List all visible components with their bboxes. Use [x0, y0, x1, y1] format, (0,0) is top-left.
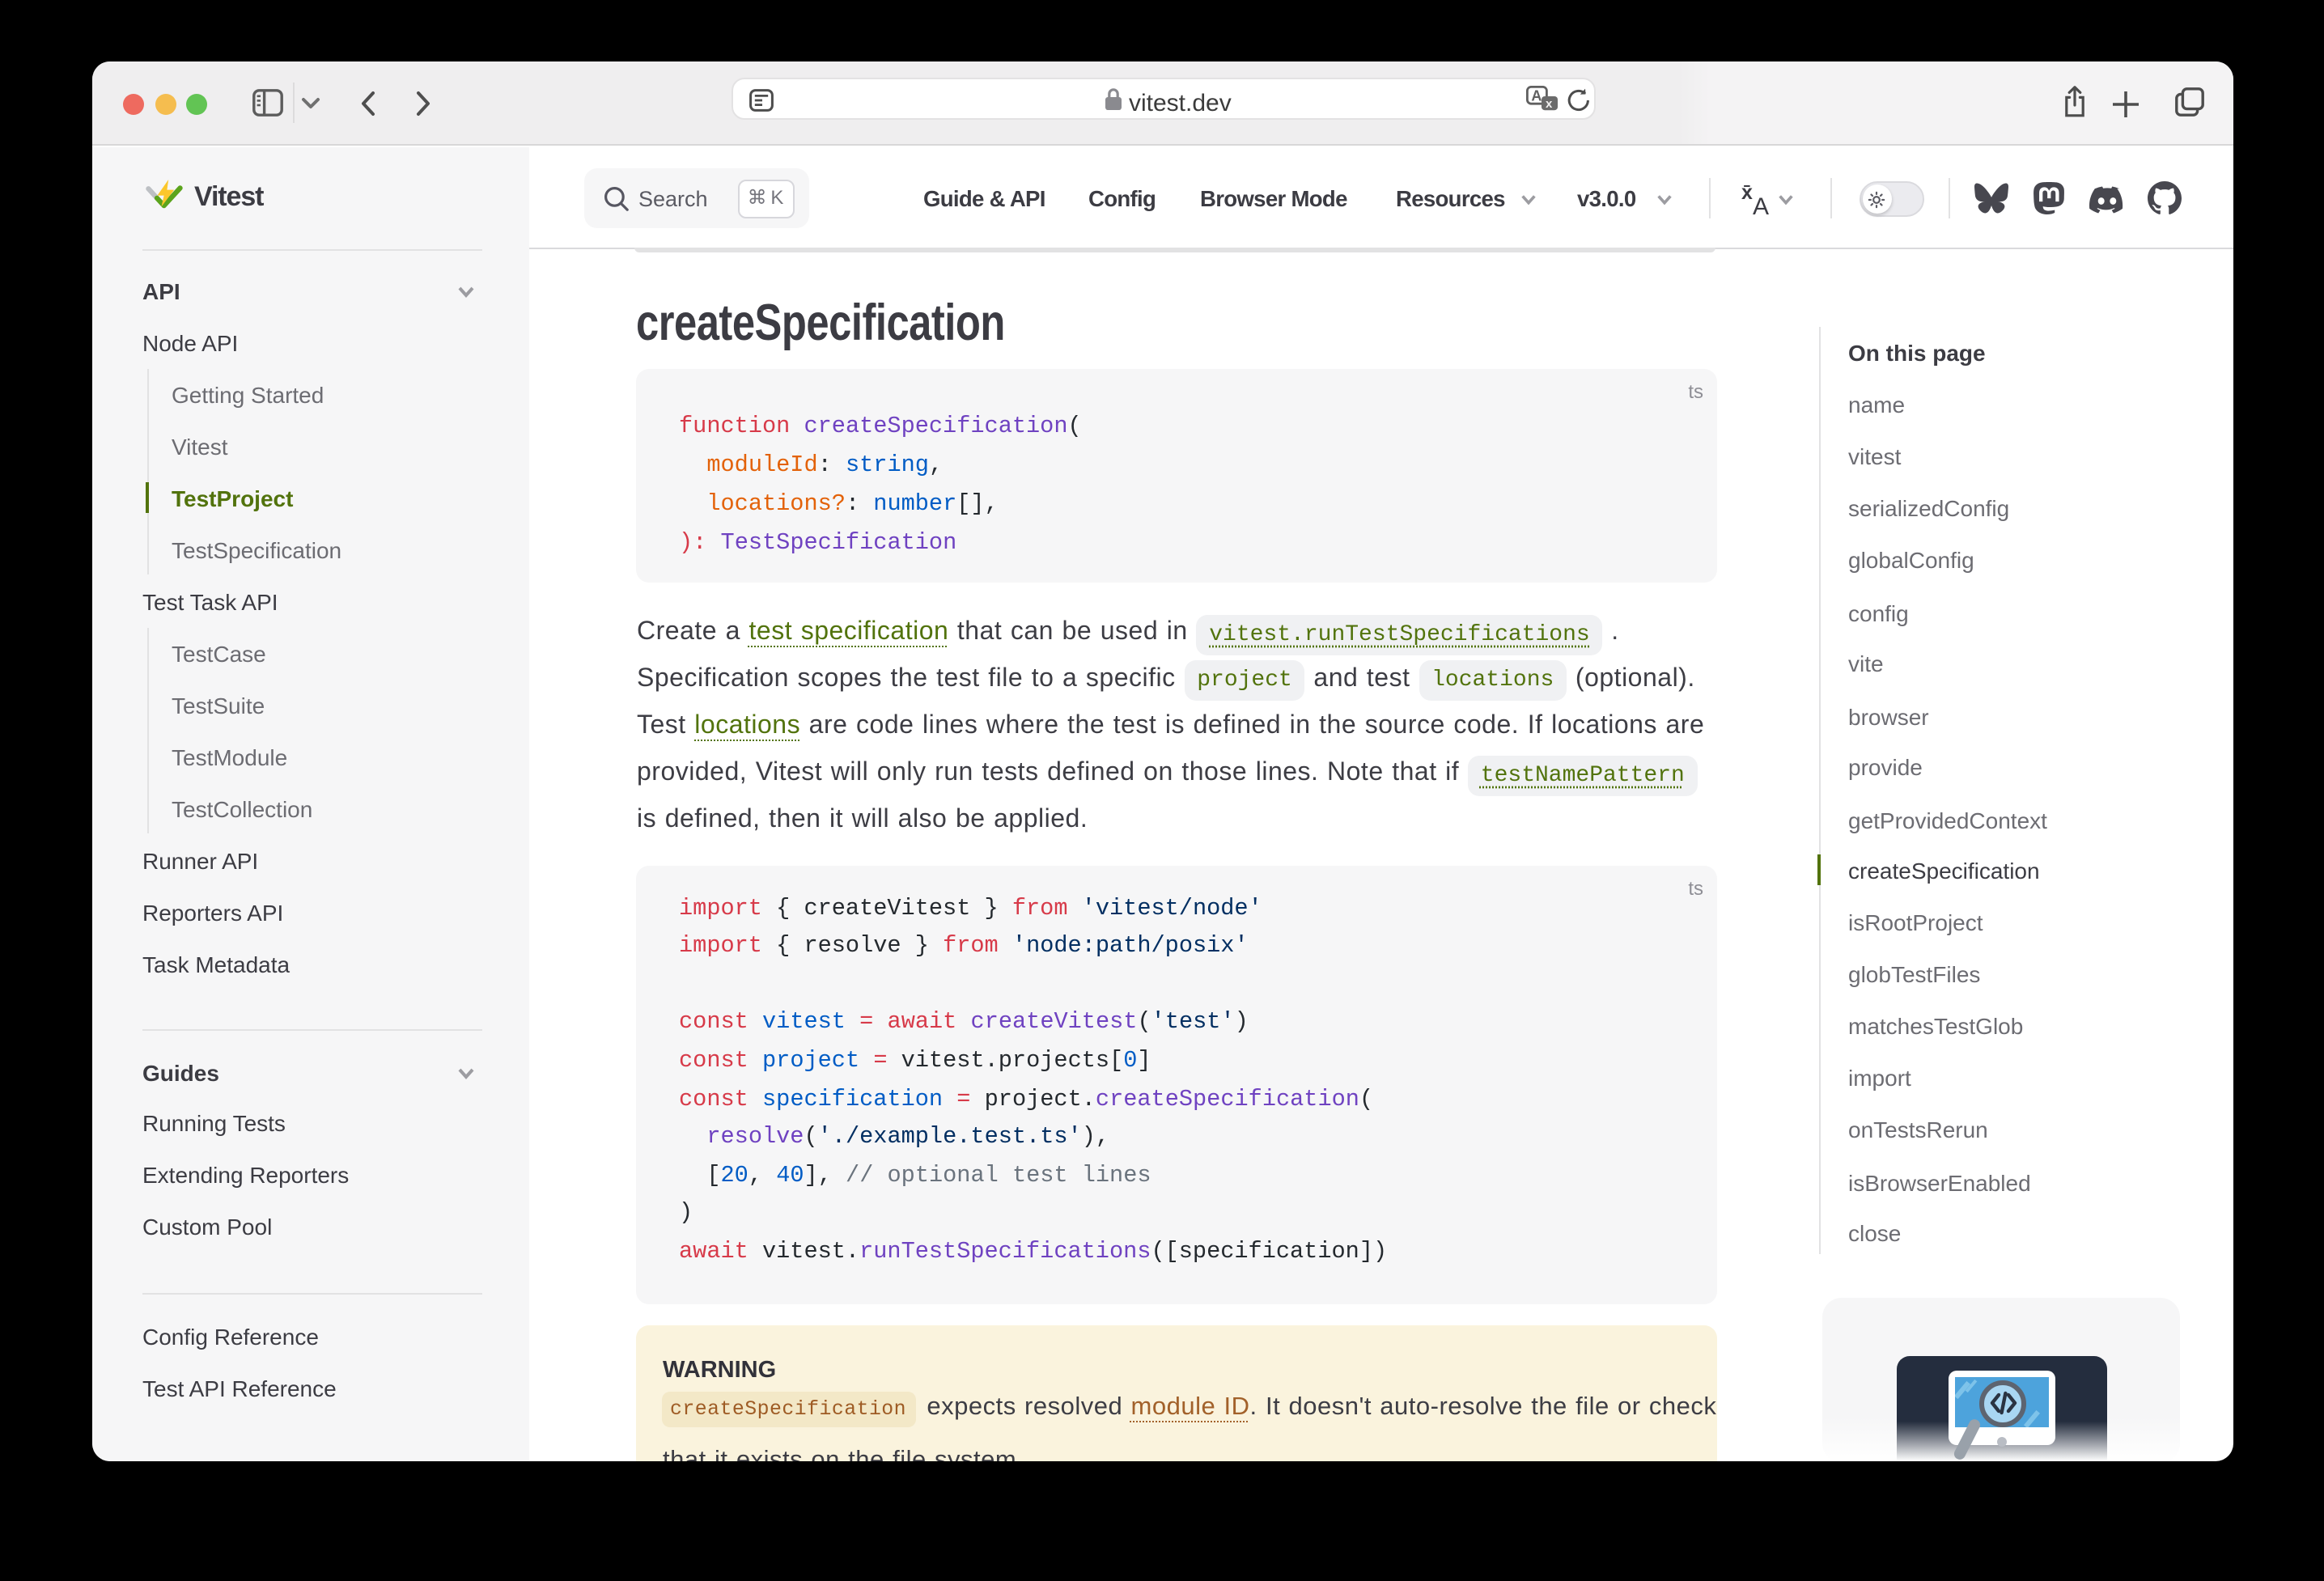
svg-text:x: x: [1545, 97, 1552, 111]
svg-text:x̄: x̄: [1741, 183, 1752, 204]
svg-text:A: A: [1752, 193, 1768, 215]
svg-text:A: A: [1530, 88, 1541, 104]
